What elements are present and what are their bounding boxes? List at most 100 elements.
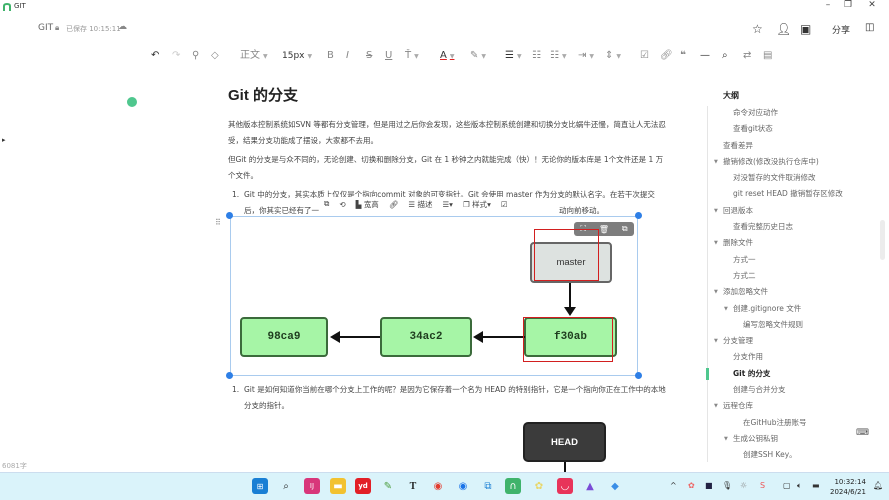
underline-button[interactable]: U	[385, 49, 392, 63]
file-explorer-icon[interactable]: ▬	[330, 478, 346, 494]
outline-item[interactable]: 命令对应动作	[707, 105, 877, 121]
strikethrough-button[interactable]: S	[366, 49, 372, 63]
redo-icon[interactable]: ↷	[172, 49, 180, 63]
translate-icon[interactable]: ⇄	[743, 49, 751, 63]
outline-item[interactable]: 分支作用	[707, 349, 877, 365]
numbered-list-icon[interactable]: ☷ ▼	[550, 49, 567, 64]
collapse-toggle-icon[interactable]: ▼	[714, 284, 718, 300]
outline-item[interactable]: 在GitHub注册账号	[707, 415, 877, 431]
add-collaborator-icon[interactable]: 👤︎	[776, 22, 791, 36]
paragraph-style-select[interactable]: 正文 ▼	[240, 49, 268, 64]
undo-icon[interactable]: ↶	[151, 49, 159, 63]
collapse-toggle-icon[interactable]: ▼	[714, 333, 718, 349]
highlight-icon[interactable]: ✎ ▼	[470, 49, 486, 64]
collapse-toggle-icon[interactable]: ▼	[724, 301, 728, 317]
collapse-toggle-icon[interactable]: ▼	[714, 235, 718, 251]
outline-item[interactable]: ▼ 添加忽略文件	[707, 284, 877, 300]
outline-item[interactable]: Git 的分支	[707, 366, 877, 382]
outline-item[interactable]: ▼ 创建.gitignore 文件	[707, 301, 877, 317]
font-size-select[interactable]: 15px ▼	[282, 49, 312, 64]
star-icon[interactable]: ☆	[752, 22, 763, 36]
outline-item[interactable]: git reset HEAD 撤销暂存区修改	[707, 186, 877, 202]
resize-handle[interactable]	[635, 372, 642, 379]
outline-item[interactable]: 对没暂存的文件取消修改	[707, 170, 877, 186]
bold-button[interactable]: B	[327, 49, 334, 63]
tray-icon[interactable]: ☼	[740, 481, 747, 490]
size-button[interactable]: ▙ 宽高	[356, 199, 379, 210]
tray-icon[interactable]: ✿	[688, 481, 695, 490]
keyboard-icon[interactable]: ⌨	[856, 428, 869, 438]
sidebar-toggle-icon[interactable]: ◫	[865, 22, 874, 33]
typora-icon[interactable]: T	[405, 478, 421, 494]
lock-icon[interactable]: 🔒︎	[55, 23, 59, 33]
outline-item[interactable]: ▼ 撤销修改(修改没执行仓库中)	[707, 154, 877, 170]
tray-icon[interactable]: S	[760, 481, 765, 490]
scrollbar[interactable]	[880, 70, 886, 465]
delete-icon[interactable]: 🗑︎	[599, 225, 609, 234]
collapse-toggle-icon[interactable]: ▼	[724, 431, 728, 447]
align-left-icon[interactable]: ☰ ▼	[505, 49, 522, 64]
italic-button[interactable]: I	[346, 49, 349, 63]
outline-item[interactable]: 查看差异	[707, 138, 877, 154]
start-icon[interactable]: ⊞	[252, 478, 268, 494]
outline-item[interactable]: 查看git状态	[707, 121, 877, 137]
rotate-icon[interactable]: ⟲	[339, 200, 345, 209]
ocr-icon[interactable]: ☑	[501, 200, 508, 209]
copy-icon[interactable]: ⧉	[622, 224, 628, 234]
indent-icon[interactable]: ⇥ ▼	[578, 49, 594, 64]
tray-overflow-icon[interactable]: ^	[670, 481, 677, 490]
app-icon[interactable]: ◆	[607, 478, 623, 494]
outline-item[interactable]: ▼ 删除文件	[707, 235, 877, 251]
divider-icon[interactable]: —	[700, 49, 710, 63]
share-button[interactable]: 分享	[832, 23, 850, 36]
clock[interactable]: 10:32:14 2024/6/21	[830, 477, 866, 497]
more-text-format-icon[interactable]: Ť ▼	[405, 49, 419, 64]
document-name[interactable]: GIT	[38, 23, 53, 33]
link-icon[interactable]: 🔗︎	[660, 49, 673, 63]
notepad-icon[interactable]: ✎	[380, 478, 396, 494]
battery-icon[interactable]: ▬	[812, 481, 820, 490]
present-icon[interactable]: ▣	[800, 22, 811, 36]
quote-icon[interactable]: ❝	[680, 49, 686, 63]
tray-icon[interactable]: ■	[705, 481, 713, 490]
resize-handle[interactable]	[226, 372, 233, 379]
describe-button[interactable]: ☰ 描述	[408, 199, 432, 210]
chrome-icon[interactable]: ◉	[430, 478, 446, 494]
outline-item[interactable]: 创建与合并分支	[707, 382, 877, 398]
link-icon[interactable]: 🔗︎	[389, 200, 399, 209]
font-color-button[interactable]: A ▼	[440, 49, 454, 64]
outline-item[interactable]: 创建SSH Key。	[707, 447, 877, 463]
volume-icon[interactable]: 🔈︎	[797, 481, 802, 491]
minimize-button[interactable]: –	[818, 0, 838, 10]
close-button[interactable]: ✕	[862, 0, 882, 10]
app-icon[interactable]: ▲	[582, 478, 598, 494]
format-painter-icon[interactable]: ⚲	[192, 49, 199, 63]
resize-handle[interactable]	[226, 212, 233, 219]
restore-button[interactable]: ❐	[838, 0, 858, 10]
yuque-icon[interactable]: ∩	[505, 478, 521, 494]
checkbox-icon[interactable]: ☑	[640, 49, 649, 63]
outline-item[interactable]: ▼ 分支管理	[707, 333, 877, 349]
collapse-toggle-icon[interactable]: ▼	[714, 398, 718, 414]
notification-icon[interactable]: 🔔︎	[873, 481, 883, 490]
resize-handle[interactable]	[635, 212, 642, 219]
scrollbar-thumb[interactable]	[880, 220, 885, 260]
outline-item[interactable]: ▼ 回退版本	[707, 203, 877, 219]
outline-item[interactable]: ▼ 远程仓库	[707, 398, 877, 414]
drag-handle-icon[interactable]: ⠿	[215, 218, 221, 227]
app-icon[interactable]: ◡	[557, 478, 573, 494]
cloud-icon[interactable]: ☁︎	[118, 22, 127, 32]
chrome-profile-icon[interactable]: ◉	[455, 478, 471, 494]
jetbrains-icon[interactable]: IJ	[304, 478, 320, 494]
align-button[interactable]: ☰▾	[442, 200, 453, 209]
find-icon[interactable]: ⌕	[722, 49, 728, 63]
outline-item[interactable]: 查看完整历史日志	[707, 219, 877, 235]
app-icon[interactable]: ⧉	[480, 478, 496, 494]
app-icon[interactable]: ✿	[531, 478, 547, 494]
outline-item[interactable]: 方式一	[707, 252, 877, 268]
network-icon[interactable]: ▢	[783, 481, 791, 490]
search-icon[interactable]: ⌕	[278, 478, 294, 494]
template-icon[interactable]: ▤	[763, 49, 772, 63]
collapse-toggle-icon[interactable]: ▼	[714, 154, 718, 170]
style-button[interactable]: ❐ 样式▾	[463, 199, 491, 210]
